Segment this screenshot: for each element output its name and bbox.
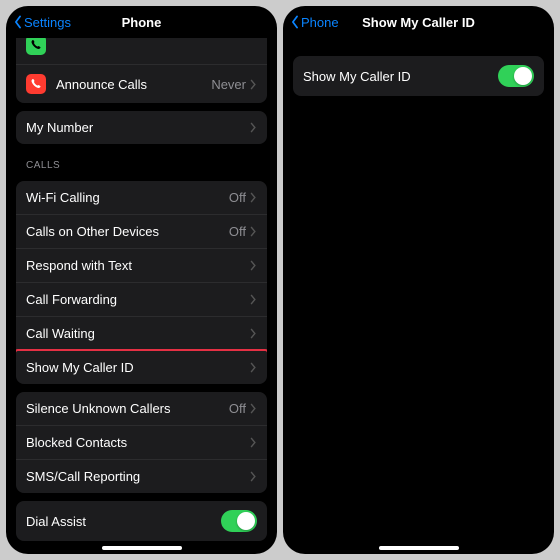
phone-icon — [26, 38, 46, 55]
chevron-right-icon — [250, 403, 257, 414]
row-label: Announce Calls — [56, 77, 211, 92]
group-dial-assist: Dial Assist — [16, 501, 267, 541]
announce-icon — [26, 74, 46, 94]
navbar: Settings Phone — [6, 6, 277, 38]
group-silence: Silence Unknown Callers Off Blocked Cont… — [16, 392, 267, 493]
nav-title: Show My Caller ID — [362, 15, 475, 30]
group-caller-id-toggle: Show My Caller ID — [293, 56, 544, 96]
left-screen: Settings Phone Announce Calls Never — [6, 6, 277, 554]
row-silence-unknown[interactable]: Silence Unknown Callers Off — [16, 392, 267, 425]
back-button[interactable]: Phone — [289, 15, 339, 30]
chevron-right-icon — [250, 192, 257, 203]
chevron-right-icon — [250, 328, 257, 339]
back-label: Settings — [24, 15, 71, 30]
row-show-caller-id[interactable]: Show My Caller ID — [16, 350, 267, 384]
row-show-caller-id-toggle[interactable]: Show My Caller ID — [293, 56, 544, 96]
back-button[interactable]: Settings — [12, 15, 71, 30]
row-partial[interactable] — [16, 38, 267, 64]
row-my-number[interactable]: My Number — [16, 111, 267, 144]
home-indicator[interactable] — [102, 546, 182, 550]
chevron-right-icon — [250, 260, 257, 271]
group-mynumber: My Number — [16, 111, 267, 144]
dial-assist-toggle[interactable] — [221, 510, 257, 532]
caller-id-toggle[interactable] — [498, 65, 534, 87]
chevron-left-icon — [289, 15, 301, 29]
caller-id-content: Show My Caller ID — [283, 38, 554, 554]
nav-title: Phone — [122, 15, 162, 30]
row-dial-assist[interactable]: Dial Assist — [16, 501, 267, 541]
chevron-right-icon — [250, 362, 257, 373]
chevron-right-icon — [250, 226, 257, 237]
chevron-right-icon — [250, 294, 257, 305]
navbar: Phone Show My Caller ID — [283, 6, 554, 38]
row-calls-other-devices[interactable]: Calls on Other Devices Off — [16, 214, 267, 248]
chevron-left-icon — [12, 15, 24, 29]
chevron-right-icon — [250, 437, 257, 448]
row-announce-calls[interactable]: Announce Calls Never — [16, 64, 267, 103]
settings-content: Announce Calls Never My Number CALLS Wi-… — [6, 38, 277, 554]
calls-header: CALLS — [12, 152, 271, 173]
back-label: Phone — [301, 15, 339, 30]
row-call-forwarding[interactable]: Call Forwarding — [16, 282, 267, 316]
row-blocked-contacts[interactable]: Blocked Contacts — [16, 425, 267, 459]
group-calls: Wi-Fi Calling Off Calls on Other Devices… — [16, 181, 267, 384]
row-value: Never — [211, 77, 246, 92]
right-screen: Phone Show My Caller ID Show My Caller I… — [283, 6, 554, 554]
row-label: My Number — [26, 120, 250, 135]
chevron-right-icon — [250, 471, 257, 482]
row-call-waiting[interactable]: Call Waiting — [16, 316, 267, 350]
row-wifi-calling[interactable]: Wi-Fi Calling Off — [16, 181, 267, 214]
row-sms-call-reporting[interactable]: SMS/Call Reporting — [16, 459, 267, 493]
row-respond-text[interactable]: Respond with Text — [16, 248, 267, 282]
chevron-right-icon — [250, 122, 257, 133]
chevron-right-icon — [250, 79, 257, 90]
home-indicator[interactable] — [379, 546, 459, 550]
group-top: Announce Calls Never — [16, 38, 267, 103]
